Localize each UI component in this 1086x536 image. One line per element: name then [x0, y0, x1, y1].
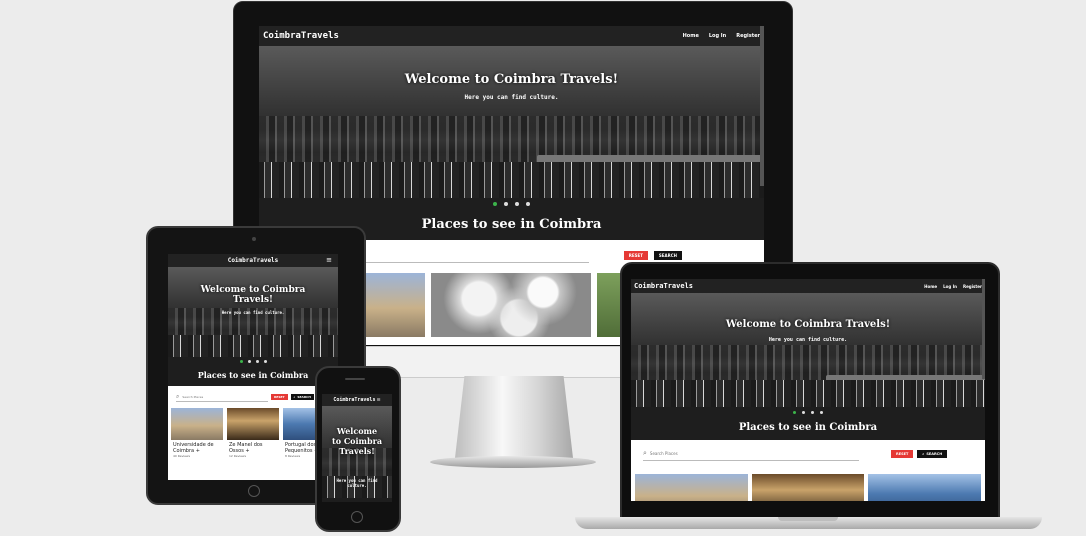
- laptop-place-image-3[interactable]: [868, 474, 982, 501]
- carousel-dot-2[interactable]: [504, 202, 508, 206]
- brand-logo[interactable]: CoimbraTravels: [263, 31, 339, 41]
- laptop-dot-4[interactable]: [820, 411, 823, 414]
- laptop-reset-button[interactable]: RESET: [891, 450, 914, 458]
- laptop-dot-2[interactable]: [802, 411, 805, 414]
- tablet-home-button[interactable]: [248, 485, 260, 497]
- place-card-1-meta: 40 Reviews: [173, 454, 191, 458]
- carousel-dot-1[interactable]: [493, 202, 497, 206]
- carousel-dots: [259, 202, 764, 206]
- laptop-carousel-bar: [631, 407, 985, 419]
- laptop-place-image-2[interactable]: [751, 474, 865, 501]
- tablet-screen: CoimbraTravels ≡ Welcome to Coimbra Trav…: [168, 254, 338, 480]
- tablet-hero-title: Welcome to Coimbra Travels!: [200, 285, 306, 305]
- tablet-place-cards: Universidade de Coimbra +40 Reviews Ze M…: [168, 408, 338, 460]
- laptop-carousel-dots: [631, 411, 985, 414]
- place-card-2-image: [227, 408, 279, 440]
- reset-button[interactable]: RESET: [623, 250, 648, 260]
- laptop-hero-subtitle: Here you can find culture.: [768, 337, 848, 343]
- tablet-carousel-bar: [168, 357, 338, 367]
- laptop-search-btn-label: SEARCH: [926, 452, 943, 456]
- tablet-dot-4[interactable]: [263, 360, 267, 363]
- hero-subtitle: Here you can find culture.: [464, 94, 559, 101]
- phone-hero-subtitle: Here you can find culture.: [336, 478, 378, 488]
- laptop-search-placeholder: Search Places: [649, 451, 678, 456]
- tablet-search-row: ⌕ Search Places RESET ⌕ SEARCH: [168, 386, 338, 408]
- place-card-university-image[interactable]: [361, 273, 425, 337]
- tablet-reset-button[interactable]: RESET: [271, 394, 288, 400]
- tablet-navbar: CoimbraTravels ≡: [168, 254, 338, 267]
- phone-brand-logo[interactable]: CoimbraTravels: [333, 397, 375, 403]
- navbar: CoimbraTravels Home Log In Register: [259, 26, 764, 46]
- laptop-search-btn-icon: ⌕: [922, 452, 925, 456]
- laptop-search-icon: ⌕: [643, 449, 647, 457]
- place-card-2-meta: 12 Reviews: [229, 454, 247, 458]
- hero-carousel: Welcome to Coimbra Travels! Here you can…: [259, 46, 764, 198]
- laptop-hero-title: Welcome to Coimbra Travels!: [725, 319, 891, 330]
- place-card-1[interactable]: Universidade de Coimbra +40 Reviews: [171, 408, 223, 460]
- phone-navbar: CoimbraTravels ≡: [322, 394, 392, 406]
- laptop-search-input[interactable]: ⌕ Search Places: [643, 448, 859, 461]
- tablet-brand-logo[interactable]: CoimbraTravels: [228, 257, 279, 264]
- monitor-base: [430, 456, 596, 468]
- laptop-nav-register[interactable]: Register: [963, 284, 982, 289]
- place-card-restaurant-image[interactable]: [431, 273, 591, 337]
- laptop-section-title: Places to see in Coimbra: [631, 419, 985, 440]
- tablet-river-image: [168, 335, 338, 357]
- place-card-1-image: [171, 408, 223, 440]
- tablet-hero: Welcome to Coimbra Travels! Here you can…: [168, 267, 338, 357]
- nav-register[interactable]: Register: [736, 33, 760, 39]
- laptop-hero: Welcome to Coimbra Travels! Here you can…: [631, 293, 985, 407]
- tablet-search-btn-icon: ⌕: [293, 395, 296, 399]
- laptop-dot-1[interactable]: [793, 411, 796, 414]
- laptop-river-image: [631, 379, 985, 407]
- place-card-pequenitos-image[interactable]: [597, 273, 621, 337]
- laptop-nav-login[interactable]: Log In: [943, 284, 957, 289]
- carousel-dot-3[interactable]: [515, 202, 519, 206]
- laptop-nav-links: Home Log In Register: [924, 284, 982, 289]
- phone-speaker: [345, 378, 365, 380]
- laptop-hinge-notch: [778, 517, 838, 521]
- phone-hero: Welcome to Coimbra Travels! Here you can…: [322, 406, 392, 498]
- desktop-scrollbar[interactable]: [760, 26, 764, 186]
- tablet-camera: [252, 237, 256, 241]
- hamburger-menu-icon[interactable]: ≡: [326, 256, 332, 264]
- tablet-carousel-dots: [168, 360, 338, 363]
- search-button[interactable]: SEARCH: [653, 250, 682, 260]
- place-card-2[interactable]: Ze Manel dos Ossos +12 Reviews: [227, 408, 279, 460]
- laptop-brand-logo[interactable]: CoimbraTravels: [634, 282, 693, 290]
- tablet-dot-3[interactable]: [255, 360, 259, 363]
- carousel-indicator-bar: [259, 198, 764, 212]
- laptop-navbar: CoimbraTravels Home Log In Register: [631, 279, 985, 293]
- nav-login[interactable]: Log In: [709, 33, 726, 39]
- place-card-1-title: Universidade de Coimbra +40 Reviews: [171, 440, 223, 460]
- laptop-screen: CoimbraTravels Home Log In Register Welc…: [631, 279, 985, 501]
- place-card-2-title: Ze Manel dos Ossos +12 Reviews: [227, 440, 279, 460]
- tablet-search-input[interactable]: ⌕ Search Places: [176, 393, 268, 402]
- laptop-scrollbar[interactable]: [982, 279, 985, 379]
- tablet-section-title: Places to see in Coimbra: [168, 367, 338, 386]
- laptop-search-row: ⌕ Search Places RESET ⌕ SEARCH: [631, 440, 985, 468]
- nav-links: Home Log In Register: [683, 33, 760, 39]
- laptop-dot-3[interactable]: [811, 411, 814, 414]
- monitor-stand: [455, 376, 573, 458]
- laptop-search-button[interactable]: ⌕ SEARCH: [917, 450, 948, 458]
- tablet-dot-2[interactable]: [247, 360, 251, 363]
- laptop-nav-home[interactable]: Home: [924, 284, 937, 289]
- river-reflection-image: [259, 161, 764, 198]
- phone-screen: CoimbraTravels ≡ Welcome to Coimbra Trav…: [322, 394, 392, 502]
- tablet-hero-subtitle: Here you can find culture.: [221, 310, 285, 315]
- tablet-search-btn-label: SEARCH: [297, 395, 311, 399]
- phone-hamburger-icon[interactable]: ≡: [376, 397, 380, 403]
- phone-hero-title: Welcome to Coimbra Travels!: [332, 426, 383, 456]
- tablet-dot-1[interactable]: [239, 360, 243, 363]
- carousel-dot-4[interactable]: [526, 202, 530, 206]
- hero-title: Welcome to Coimbra Travels!: [404, 72, 619, 87]
- phone-home-button[interactable]: [351, 511, 363, 523]
- nav-home[interactable]: Home: [683, 33, 699, 39]
- tablet-search-icon: ⌕: [176, 392, 180, 400]
- laptop-place-cards: [631, 468, 985, 501]
- tablet-search-button[interactable]: ⌕ SEARCH: [290, 394, 314, 400]
- laptop-place-image-1[interactable]: [635, 474, 748, 501]
- tablet-search-placeholder: Search Places: [182, 394, 204, 399]
